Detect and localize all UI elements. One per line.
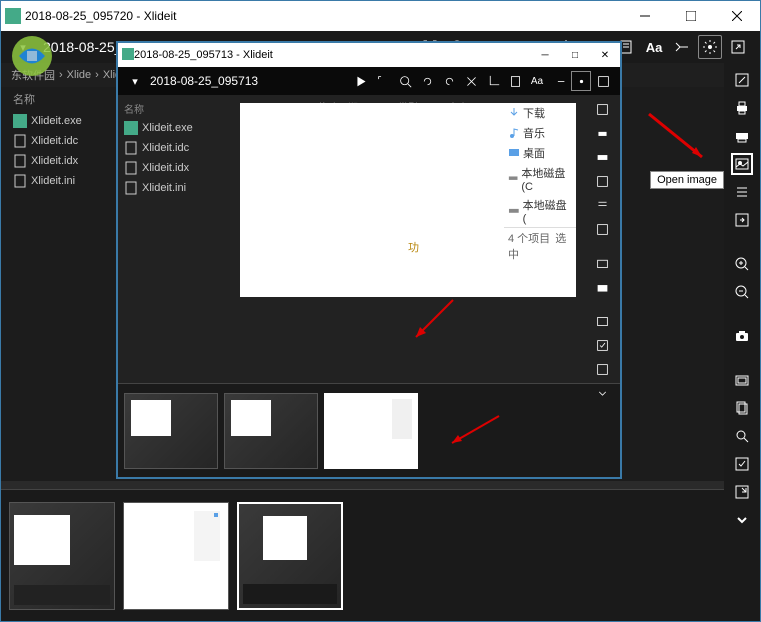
col-name: 名称	[124, 101, 184, 116]
thumbnail[interactable]	[9, 502, 115, 610]
settings-icon[interactable]	[698, 35, 722, 59]
thumbnail-selected[interactable]	[237, 502, 343, 610]
folder-icon[interactable]	[592, 253, 612, 273]
file-row[interactable]: Xlideit.ini	[13, 171, 113, 191]
watermark-logo	[9, 33, 55, 82]
share-icon[interactable]	[670, 35, 694, 59]
file-icon	[13, 174, 27, 188]
file-icon	[13, 134, 27, 148]
settings-icon[interactable]	[571, 71, 591, 91]
column-header-name: 名称	[13, 87, 113, 111]
inner-canvas-area: 名称 Xlideit.exe Xlideit.idc Xlideit.idx X…	[118, 95, 620, 383]
scale-icon[interactable]	[592, 171, 612, 191]
inner-window: 2018-08-25_095713 - Xlideit ─ □ ✕ ▾ 2018…	[116, 41, 622, 479]
search-icon[interactable]	[731, 425, 753, 447]
file-row[interactable]: Xlideit.exe	[124, 118, 234, 138]
delete-icon[interactable]	[461, 71, 481, 91]
popout-icon[interactable]	[593, 71, 613, 91]
exe-icon	[13, 114, 27, 128]
inner-thumbnail-strip	[118, 383, 620, 477]
export-icon[interactable]	[731, 209, 753, 231]
window-title: 2018-08-25_095720 - Xlideit	[25, 9, 622, 23]
check-icon[interactable]	[592, 335, 612, 355]
thumbnail[interactable]	[124, 393, 218, 469]
clipboard-icon[interactable]	[505, 71, 525, 91]
outer-titlebar: 2018-08-25_095720 - Xlideit	[1, 1, 760, 31]
inner-titlebar: 2018-08-25_095713 - Xlideit ─ □ ✕	[118, 43, 620, 67]
file-icon	[13, 154, 27, 168]
inner-caption: 2018-08-25_095713	[146, 74, 350, 88]
maximize-button[interactable]	[668, 1, 714, 31]
close-button[interactable]	[714, 1, 760, 31]
tooltip-open-image: Open image	[650, 171, 724, 189]
popout-icon[interactable]	[726, 35, 750, 59]
minimize-button[interactable]	[622, 1, 668, 31]
rotate-right-icon[interactable]	[439, 71, 459, 91]
inner-toolbar: ▾ 2018-08-25_095713 Aa	[118, 67, 620, 95]
chevron-down-icon[interactable]	[592, 383, 612, 403]
app-icon	[5, 8, 21, 24]
share-icon[interactable]	[549, 71, 569, 91]
move-icon[interactable]	[731, 481, 753, 503]
qa-music[interactable]: 音乐	[504, 123, 576, 143]
zoom-out-icon[interactable]	[731, 281, 753, 303]
chevron-down-icon[interactable]	[731, 509, 753, 531]
qa-disk-c[interactable]: 本地磁盘 (C	[504, 163, 576, 195]
inner-maximize-button[interactable]: □	[560, 43, 590, 67]
inner-file-panel: 名称 Xlideit.exe Xlideit.idc Xlideit.idx X…	[124, 99, 234, 198]
thumbnail[interactable]	[224, 393, 318, 469]
file-row[interactable]: Xlideit.ini	[124, 178, 234, 198]
print-icon[interactable]	[592, 123, 612, 143]
outer-side-toolbar	[724, 63, 760, 621]
thumbnail-selected[interactable]	[324, 393, 418, 469]
annotation-arrow	[644, 109, 714, 169]
camera-icon[interactable]	[731, 325, 753, 347]
qa-downloads[interactable]: 下载	[504, 103, 576, 123]
inner-image-canvas: 下载 音乐 桌面 本地磁盘 (C 本地磁盘 ( 4 个项目 选中 功	[240, 103, 576, 297]
text-icon[interactable]: Aa	[642, 35, 666, 59]
folder-icon[interactable]	[731, 369, 753, 391]
fit-icon[interactable]	[373, 71, 393, 91]
export-icon[interactable]	[592, 219, 612, 239]
quick-access-panel: 下载 音乐 桌面 本地磁盘 (C 本地磁盘 ( 4 个项目 选中	[504, 103, 576, 264]
file-row[interactable]: Xlideit.idc	[124, 138, 234, 158]
inner-minimize-button[interactable]: ─	[530, 43, 560, 67]
inner-window-title: 2018-08-25_095713 - Xlideit	[134, 49, 530, 61]
file-row[interactable]: Xlideit.idx	[13, 151, 113, 171]
print2-icon[interactable]	[731, 125, 753, 147]
annotation-arrow	[444, 411, 504, 451]
rotate-left-icon[interactable]	[417, 71, 437, 91]
move-icon[interactable]	[592, 359, 612, 379]
list-icon[interactable]	[592, 195, 612, 215]
file-row[interactable]: Xlideit.idc	[13, 131, 113, 151]
edit-icon[interactable]	[592, 99, 612, 119]
outer-file-panel: 名称 Xlideit.exe Xlideit.idc Xlideit.idx X…	[13, 87, 113, 191]
inner-side-toolbar	[592, 99, 616, 403]
zoom-icon[interactable]	[395, 71, 415, 91]
annotation-arrow	[408, 295, 458, 345]
canvas-text-marker: 功	[408, 239, 419, 255]
print2-icon[interactable]	[592, 147, 612, 167]
zoom-in-icon[interactable]	[731, 253, 753, 275]
app-icon	[122, 48, 134, 63]
print-icon[interactable]	[731, 97, 753, 119]
file-row[interactable]: Xlideit.exe	[13, 111, 113, 131]
qa-desktop[interactable]: 桌面	[504, 143, 576, 163]
edit-icon[interactable]	[731, 69, 753, 91]
play-icon[interactable]	[351, 71, 371, 91]
crop-icon[interactable]	[483, 71, 503, 91]
nav-dropdown-icon[interactable]: ▾	[125, 71, 145, 91]
inner-close-button[interactable]: ✕	[590, 43, 620, 67]
qa-disk[interactable]: 本地磁盘 (	[504, 195, 576, 227]
image-icon[interactable]	[592, 311, 612, 331]
file-row[interactable]: Xlideit.idx	[124, 158, 234, 178]
check-icon[interactable]	[731, 453, 753, 475]
camera-icon[interactable]	[592, 277, 612, 297]
list-icon[interactable]	[731, 181, 753, 203]
outer-thumbnail-strip	[1, 489, 724, 621]
open-image-icon[interactable]	[731, 153, 753, 175]
text-icon[interactable]: Aa	[527, 71, 547, 91]
thumbnail[interactable]	[123, 502, 229, 610]
copy-icon[interactable]	[731, 397, 753, 419]
